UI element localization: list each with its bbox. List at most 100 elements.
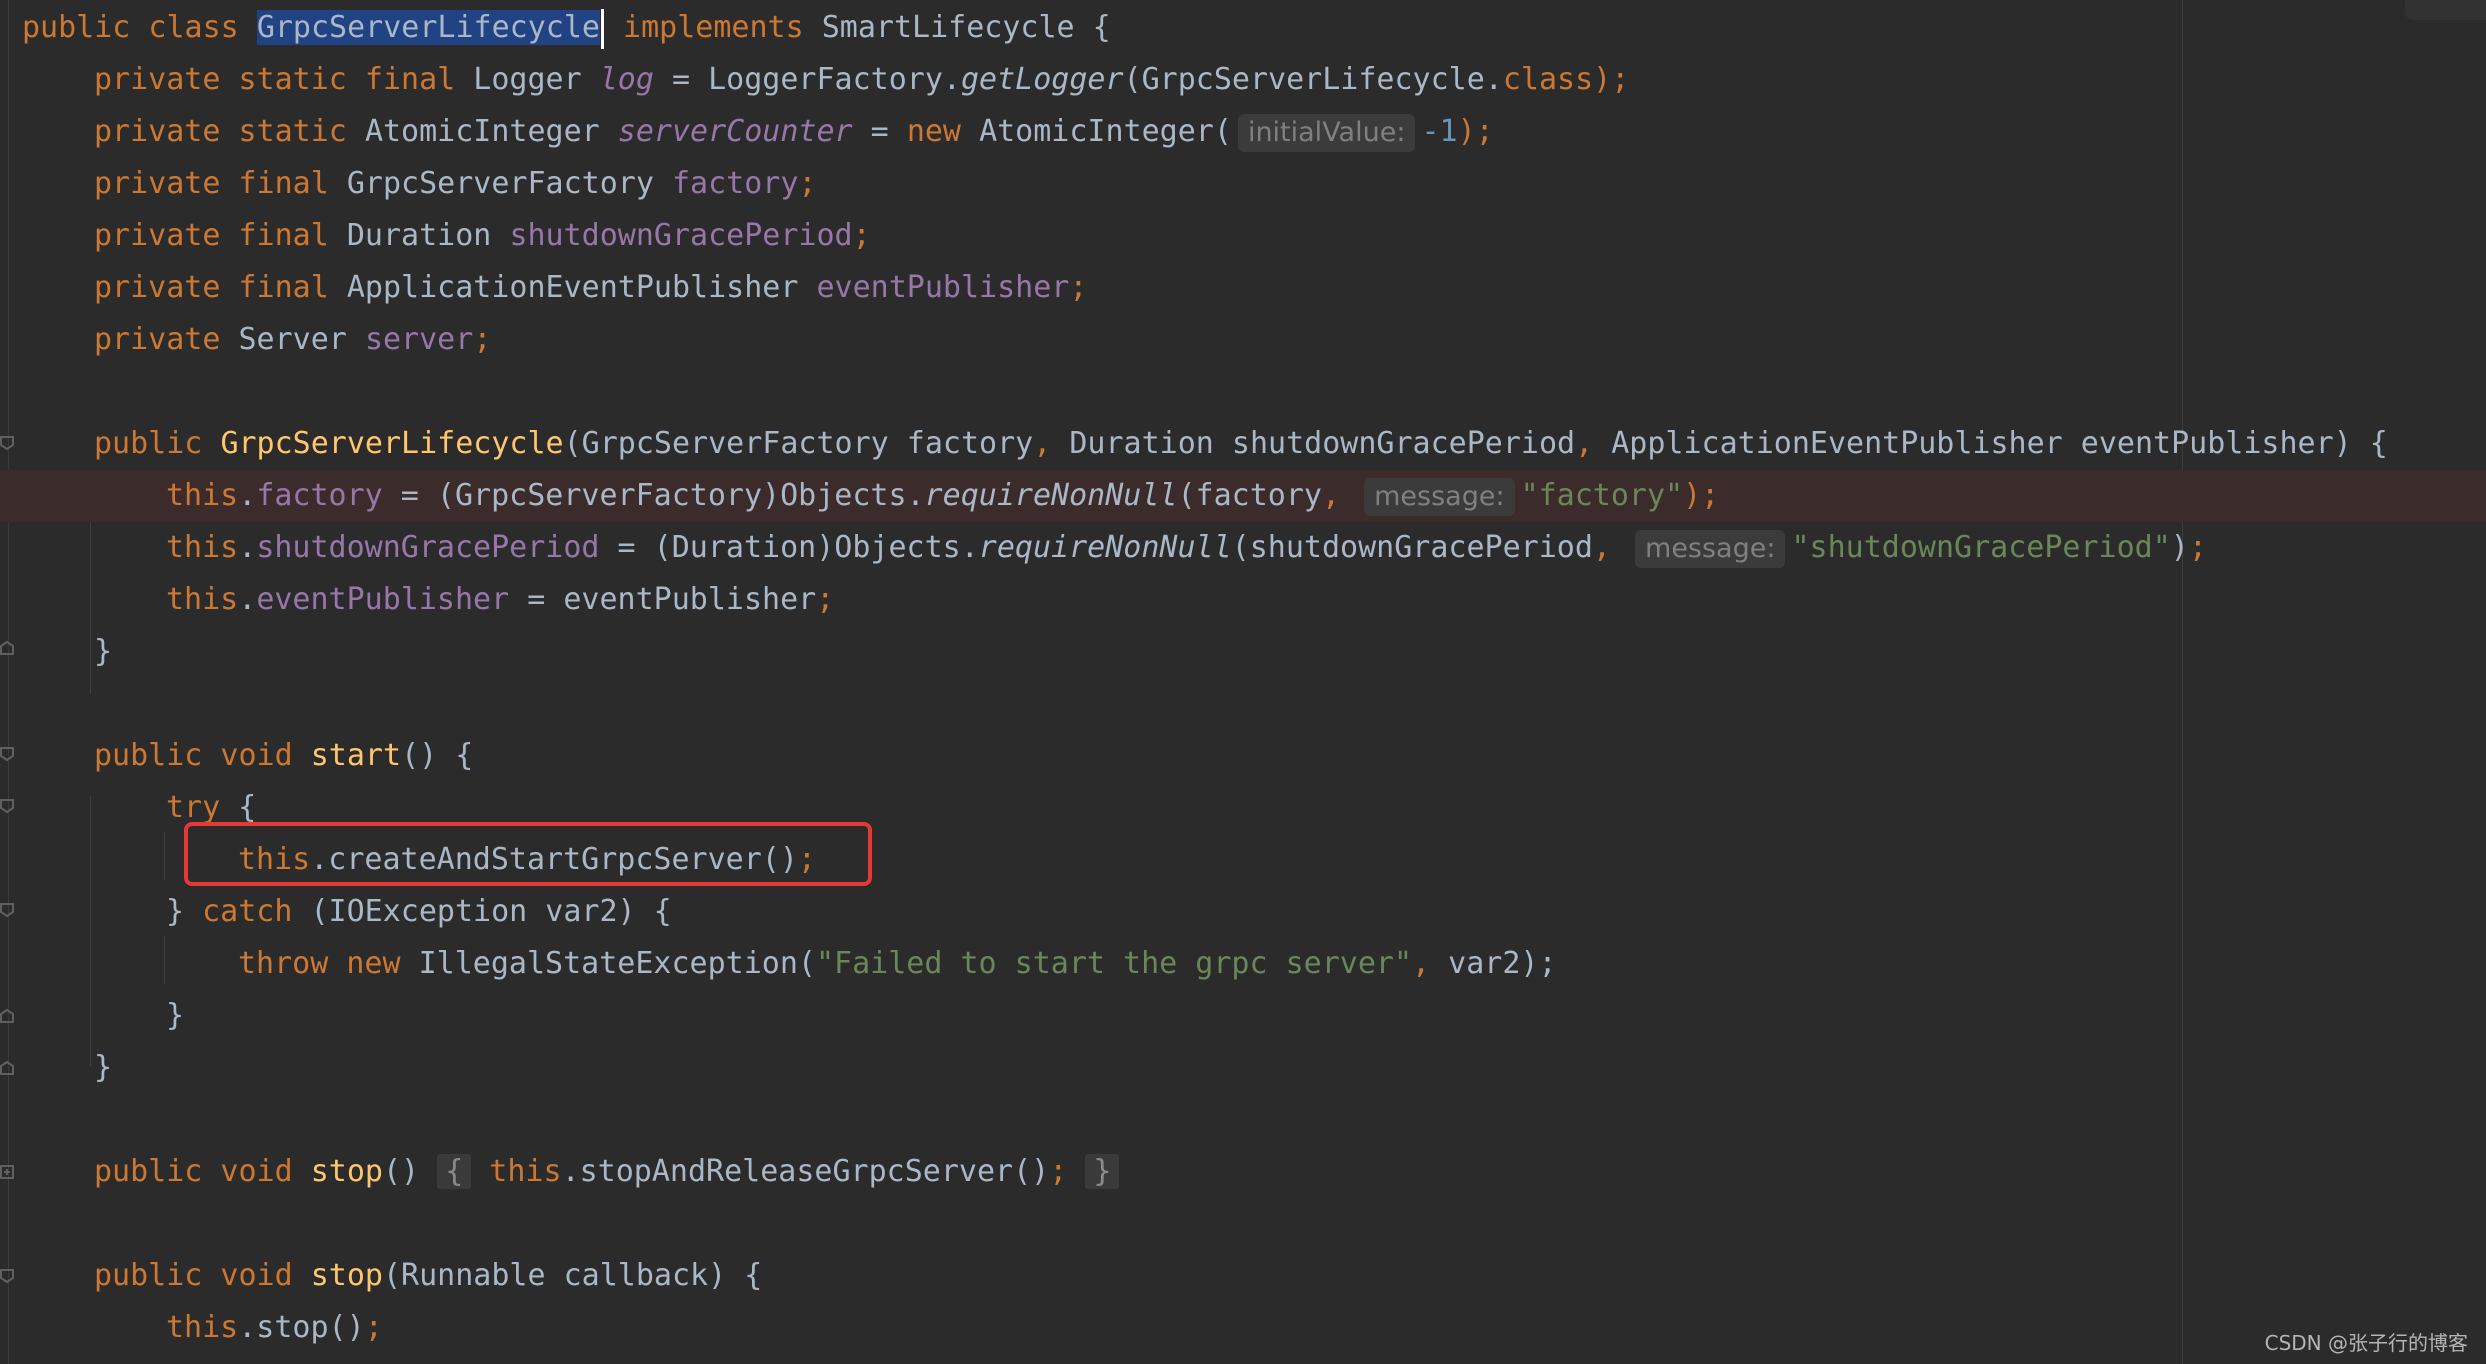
field: shutdownGracePeriod: [509, 218, 853, 253]
code-line-logger[interactable]: private static final Logger log = Logger…: [0, 54, 2486, 106]
keyword: public: [94, 426, 221, 461]
method-name: start: [310, 738, 402, 773]
punctuation: ;: [798, 166, 817, 201]
folded-brace[interactable]: }: [1085, 1154, 1120, 1189]
code-line-publisher-field[interactable]: private final ApplicationEventPublisher …: [0, 262, 2486, 314]
punctuation: );: [1683, 478, 1720, 513]
code-line-this-stop[interactable]: this.stop();: [0, 1302, 2486, 1354]
identifier: SmartLifecycle {: [821, 10, 1111, 45]
code-line-close-brace[interactable]: }: [0, 626, 2486, 678]
field: factory: [256, 478, 383, 513]
code-line-close-brace[interactable]: }: [0, 1042, 2486, 1094]
keyword: private final: [94, 218, 347, 253]
field: eventPublisher: [816, 270, 1070, 305]
code-text: .: [238, 582, 257, 617]
punctuation: ;: [852, 218, 871, 253]
close-brace: }: [94, 634, 113, 669]
keyword: class: [1502, 62, 1594, 97]
code-text: .stopAndReleaseGrpcServer(): [561, 1154, 1050, 1189]
string-literal: "factory": [1520, 478, 1684, 513]
static-field: serverCounter: [617, 114, 853, 149]
field: shutdownGracePeriod: [256, 530, 600, 565]
punctuation: ;: [816, 582, 835, 617]
static-method: requireNonNull: [924, 478, 1178, 513]
code-text: (GrpcServerFactory factory: [563, 426, 1034, 461]
string-literal: "shutdownGracePeriod": [1791, 530, 2171, 565]
punctuation: ,: [1321, 478, 1359, 513]
code-line-close-brace[interactable]: }: [0, 990, 2486, 1042]
keyword: this: [471, 1154, 562, 1189]
parameter-hint: initialValue:: [1237, 113, 1416, 152]
folded-brace[interactable]: {: [437, 1154, 472, 1189]
code-line-start-method[interactable]: public void start() {: [0, 730, 2486, 782]
field: server: [364, 322, 474, 357]
code-text: (factory: [1177, 478, 1322, 513]
watermark: CSDN @张子行的博客: [2264, 1331, 2468, 1355]
code-line-stop-callback[interactable]: public void stop(Runnable callback) {: [0, 1250, 2486, 1302]
keyword: private final: [94, 270, 347, 305]
code-text: .: [238, 478, 257, 513]
code-text: = (GrpcServerFactory)Objects.: [382, 478, 925, 513]
punctuation: ;: [364, 1310, 383, 1345]
code-line-constructor[interactable]: public GrpcServerLifecycle(GrpcServerFac…: [0, 418, 2486, 470]
code-text: var2);: [1448, 946, 1557, 981]
punctuation: ,: [1575, 426, 1612, 461]
keyword: this: [166, 1310, 239, 1345]
code-text: (): [383, 1154, 438, 1189]
string-literal: "Failed to start the grpc server": [815, 946, 1413, 981]
code-line-publisher-assign[interactable]: this.eventPublisher = eventPublisher;: [0, 574, 2486, 626]
code-text: {: [238, 790, 257, 825]
punctuation: );: [1593, 62, 1630, 97]
type: AtomicInteger: [364, 114, 618, 149]
static-method: requireNonNull: [978, 530, 1232, 565]
punctuation: ;: [1049, 1154, 1086, 1189]
code-editor[interactable]: public class GrpcServerLifecycle impleme…: [0, 0, 2486, 1364]
keyword: this: [166, 582, 239, 617]
static-method: getLogger: [960, 62, 1124, 97]
code-text: = eventPublisher: [509, 582, 817, 617]
code-line-catch[interactable]: } catch (IOException var2) {: [0, 886, 2486, 938]
code-text: () {: [401, 738, 474, 773]
keyword: public void: [94, 1154, 311, 1189]
keyword: catch: [202, 894, 311, 929]
code-text: (shutdownGracePeriod: [1231, 530, 1593, 565]
method-name: stop: [310, 1154, 383, 1189]
selected-class-name: GrpcServerLifecycle: [256, 10, 600, 45]
type: Logger: [473, 62, 600, 97]
code-line-throw[interactable]: throw new IllegalStateException("Failed …: [0, 938, 2486, 990]
number-literal: -1: [1421, 114, 1458, 149]
highlight-box: [184, 822, 872, 886]
code-text: (GrpcServerLifecycle.: [1123, 62, 1503, 97]
code-text: (Runnable callback) {: [383, 1258, 763, 1293]
code-text: AtomicInteger(: [979, 114, 1232, 149]
parameter-hint: message:: [1635, 529, 1786, 568]
code-line-factory-field[interactable]: private final GrpcServerFactory factory;: [0, 158, 2486, 210]
code-text: ): [2170, 530, 2189, 565]
code-text: =: [852, 114, 907, 149]
punctuation: ;: [2188, 530, 2207, 565]
code-text: (IOException var2) {: [310, 894, 672, 929]
code-text: = (Duration)Objects.: [599, 530, 979, 565]
text-caret: [600, 8, 604, 49]
keyword: private: [94, 322, 239, 357]
close-brace: }: [94, 1050, 113, 1085]
code-text: IllegalStateException(: [418, 946, 816, 981]
keyword: private static: [94, 114, 365, 149]
keyword: public void: [94, 1258, 311, 1293]
code-line-grace-field[interactable]: private final Duration shutdownGracePeri…: [0, 210, 2486, 262]
field: factory: [671, 166, 799, 201]
method-name: stop: [310, 1258, 383, 1293]
code-line-class-declaration[interactable]: public class GrpcServerLifecycle impleme…: [0, 2, 2486, 54]
code-line-grace-assign[interactable]: this.shutdownGracePeriod = (Duration)Obj…: [0, 522, 2486, 574]
code-text: .stop(): [238, 1310, 365, 1345]
type: ApplicationEventPublisher: [346, 270, 817, 305]
code-line-server-field[interactable]: private Server server;: [0, 314, 2486, 366]
code-text: Duration shutdownGracePeriod: [1069, 426, 1576, 461]
code-line-server-counter[interactable]: private static AtomicInteger serverCount…: [0, 106, 2486, 158]
keyword: public void: [94, 738, 311, 773]
punctuation: ,: [1412, 946, 1449, 981]
type: Server: [238, 322, 365, 357]
code-line-factory-assign[interactable]: this.factory = (GrpcServerFactory)Object…: [0, 470, 2486, 522]
code-text: .: [238, 530, 257, 565]
code-line-stop-method[interactable]: public void stop() { this.stopAndRelease…: [0, 1146, 2486, 1198]
